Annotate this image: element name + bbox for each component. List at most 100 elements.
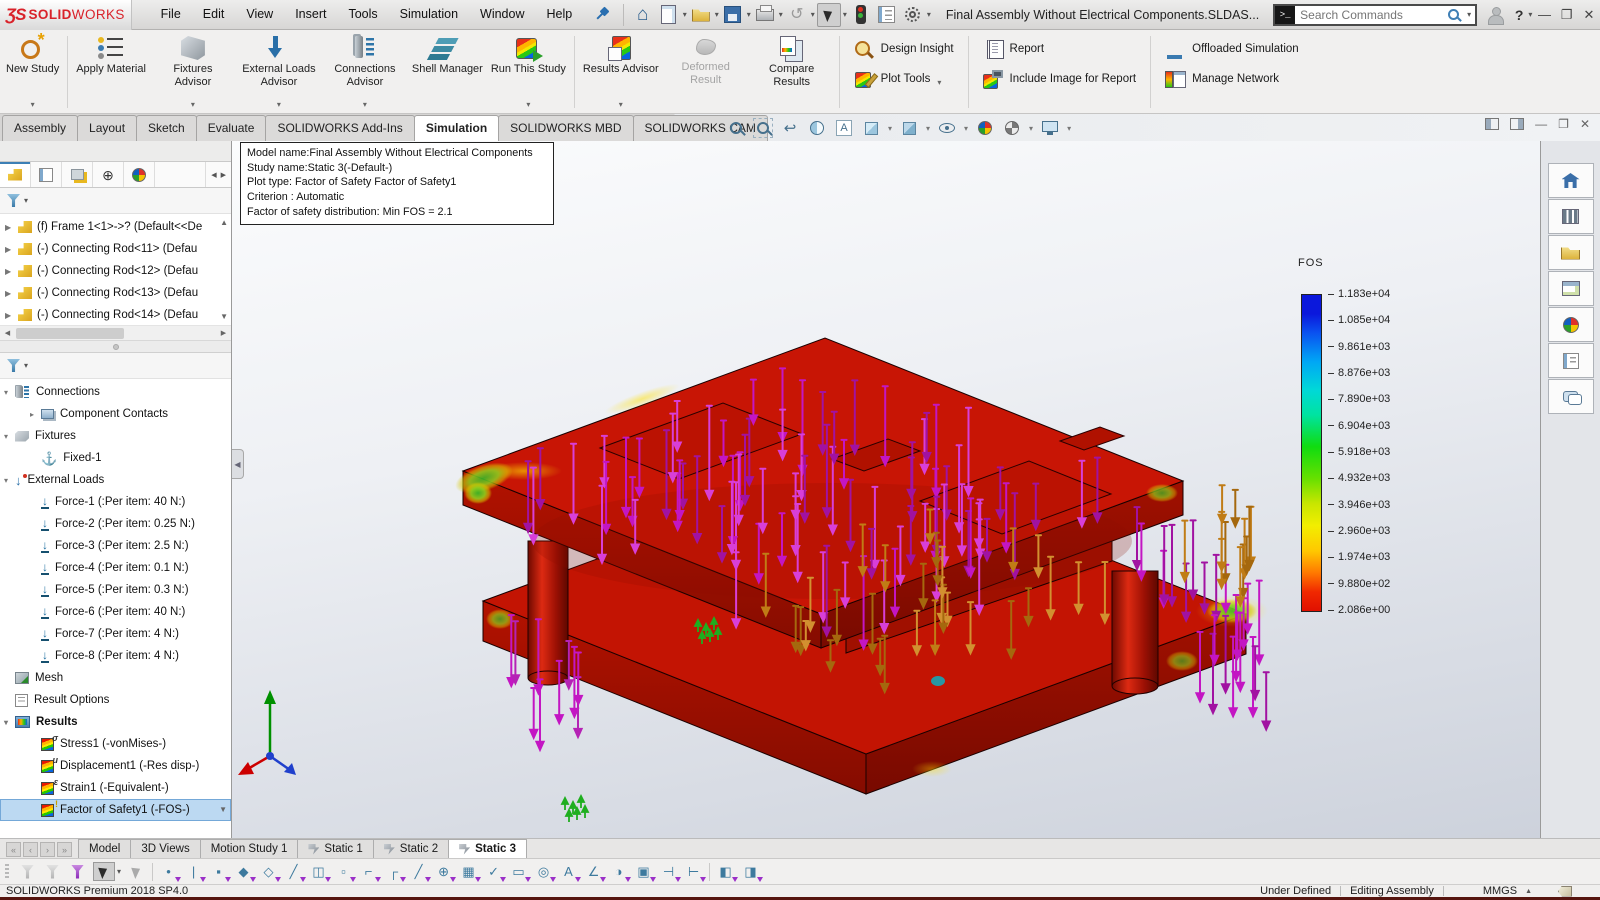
ribbon-connections-advisor[interactable]: Connections Advisor ▾ — [322, 33, 408, 111]
filter-caret[interactable]: ▾ — [24, 196, 28, 205]
panel-tab-scroll-right[interactable]: ▶ — [221, 171, 226, 179]
study-tree-component-contacts[interactable]: ▸ Component Contacts — [0, 403, 231, 425]
search-input[interactable] — [1295, 7, 1449, 22]
study-tree-force-6[interactable]: ↓ Force-6 (:Per item: 40 N:) — [0, 601, 231, 623]
view-settings-button[interactable] — [1040, 118, 1060, 138]
hide-show-items-dropdown-caret[interactable]: ▾ — [964, 124, 968, 133]
expand-arrow-icon[interactable]: ▶ — [5, 245, 17, 254]
ribbon-apply-material[interactable]: Apply Material — [72, 33, 150, 111]
tree-row[interactable]: ▶ (-) Connecting Rod<11> (Defau — [0, 238, 231, 260]
ribbon-shell-manager[interactable]: Shell Manager — [408, 33, 487, 111]
origin-tool[interactable]: ⊕ — [434, 862, 457, 882]
angle-tool[interactable]: ∠ — [584, 862, 607, 882]
new-document-dropdown-caret[interactable]: ▾ — [683, 10, 687, 19]
units-selector[interactable]: MMGS ▲ — [1483, 885, 1532, 897]
ribbon-design-insight[interactable]: Design Insight — [854, 39, 954, 59]
surface-tool[interactable]: ◆ — [234, 862, 257, 882]
previous-view-button[interactable]: ↩ — [780, 118, 800, 138]
study-tree-factor-of-safety1[interactable]: Factor of Safety1 (-FOS-) — [0, 799, 231, 821]
filter-vertices[interactable] — [18, 862, 37, 881]
display-style-button[interactable] — [899, 118, 919, 138]
taskpane-custom-properties-button[interactable] — [1547, 343, 1594, 378]
doc-close-button[interactable]: ✕ — [1580, 117, 1590, 131]
study-tree-strain1[interactable]: Strain1 (-Equivalent-) — [0, 777, 231, 799]
menu-file[interactable]: File — [150, 0, 192, 30]
rebuild-button[interactable] — [849, 3, 873, 27]
annotation-visibility-button[interactable]: A — [834, 118, 854, 138]
ribbon-compare-results[interactable]: Compare Results — [749, 33, 835, 111]
taskpane-view-palette-button[interactable] — [1547, 271, 1594, 306]
apply-scene-dropdown-caret[interactable]: ▾ — [1029, 124, 1033, 133]
toolbar-grip[interactable] — [5, 863, 9, 880]
select-dropdown-caret[interactable]: ▾ — [843, 10, 847, 19]
study-tree-stress1[interactable]: Stress1 (-vonMises-) — [0, 733, 231, 755]
menu-help[interactable]: Help — [536, 0, 584, 30]
expand-arrow-icon[interactable]: ▶ — [5, 289, 17, 298]
study-tree-mesh[interactable]: Mesh — [0, 667, 231, 689]
tree-row[interactable]: ▶ (-) Connecting Rod<12> (Defau — [0, 260, 231, 282]
study-tree-force-1[interactable]: ↓ Force-1 (:Per item: 40 N:) — [0, 491, 231, 513]
expand-arrow-icon[interactable]: ▶ — [5, 267, 17, 276]
search-dropdown-caret[interactable]: ▾ — [1467, 10, 1471, 19]
undo-dropdown-caret[interactable]: ▾ — [811, 10, 815, 19]
tab-motion-study-1[interactable]: Motion Study 1 — [199, 839, 299, 858]
next-tab-button[interactable]: › — [40, 842, 55, 857]
panel-tab-featuremanager[interactable] — [0, 162, 31, 187]
tab-static-3[interactable]: Static 3 — [448, 839, 528, 858]
study-tree-force-3[interactable]: ↓ Force-3 (:Per item: 2.5 N:) — [0, 535, 231, 557]
pane-b-tool[interactable]: ◨ — [741, 862, 764, 882]
edge-tool[interactable]: ╱ — [409, 862, 432, 882]
pane-a-tool[interactable]: ◧ — [716, 862, 739, 882]
trim-left-tool[interactable]: ⊣ — [659, 862, 682, 882]
pin-icon[interactable] — [593, 7, 607, 23]
help-dropdown-caret[interactable]: ▾ — [1528, 10, 1532, 19]
tag-icon[interactable] — [1558, 885, 1572, 897]
slot-tool[interactable]: ▭ — [509, 862, 532, 882]
expand-arrow-icon[interactable]: ▶ — [5, 223, 17, 232]
study-tree-result-options[interactable]: Result Options — [0, 689, 231, 711]
ribbon-run-this-study[interactable]: Run This Study ▾ — [487, 33, 570, 111]
panel-splitter[interactable] — [0, 341, 231, 353]
corner-tool[interactable]: ⌐ — [359, 862, 382, 882]
study-tree-fixtures[interactable]: ▾ Fixtures — [0, 425, 231, 447]
minimize-button[interactable]: — — [1533, 7, 1555, 22]
ribbon-manage-network[interactable]: Manage Network — [1165, 69, 1299, 89]
tab-solidworks-mbd[interactable]: SOLIDWORKS MBD — [498, 115, 634, 141]
plane-tool[interactable]: ◫ — [309, 862, 332, 882]
filter-edges[interactable] — [43, 862, 62, 881]
save-dropdown-caret[interactable]: ▾ — [747, 10, 751, 19]
study-tree-force-7[interactable]: ↓ Force-7 (:Per item: 4 N:) — [0, 623, 231, 645]
options-list-button[interactable] — [875, 3, 899, 27]
shading-tool[interactable]: ◑ — [609, 862, 632, 882]
tree-scroll-up[interactable]: ▲ — [220, 218, 228, 227]
zoom-to-fit-button[interactable] — [726, 118, 746, 138]
expand-arrow-icon[interactable]: ▸ — [30, 410, 41, 419]
menu-edit[interactable]: Edit — [192, 0, 236, 30]
taskpane-home-button[interactable] — [1547, 163, 1594, 198]
graphics-viewport[interactable]: Model name:Final Assembly Without Electr… — [232, 141, 1540, 838]
collapse-left-pane-icon[interactable] — [1485, 118, 1500, 130]
menu-simulation[interactable]: Simulation — [389, 0, 469, 30]
taskpane-design-library-button[interactable] — [1547, 199, 1594, 234]
magnifier-tool[interactable]: ◎ — [534, 862, 557, 882]
axis-tool[interactable]: ╱ — [284, 862, 307, 882]
open-document-dropdown-caret[interactable]: ▾ — [715, 10, 719, 19]
tab-3d-views[interactable]: 3D Views — [130, 839, 201, 858]
study-tree-force-4[interactable]: ↓ Force-4 (:Per item: 0.1 N:) — [0, 557, 231, 579]
scroll-left-button[interactable]: ◀ — [1, 327, 14, 339]
display-style-dropdown-caret[interactable]: ▾ — [926, 124, 930, 133]
edit-appearance-button[interactable] — [975, 118, 995, 138]
close-button[interactable]: ✕ — [1578, 7, 1600, 23]
expand-arrow-icon[interactable]: ▾ — [4, 718, 15, 727]
study-tree-filter[interactable]: ▾ — [0, 353, 231, 379]
tab-evaluate[interactable]: Evaluate — [195, 115, 267, 141]
settings-button[interactable] — [901, 3, 925, 27]
tree-row[interactable]: ▶ (-) Connecting Rod<14> (Defau — [0, 304, 231, 326]
panel-tab-scroll-left[interactable]: ◀ — [211, 171, 216, 179]
ribbon-fixtures-advisor[interactable]: Fixtures Advisor ▾ — [150, 33, 236, 111]
menu-view[interactable]: View — [235, 0, 284, 30]
doc-minimize-button[interactable]: — — [1535, 117, 1547, 131]
collapse-right-pane-icon[interactable] — [1510, 118, 1525, 130]
last-tab-button[interactable]: » — [57, 842, 72, 857]
undo-button[interactable]: ↺ — [785, 3, 809, 27]
